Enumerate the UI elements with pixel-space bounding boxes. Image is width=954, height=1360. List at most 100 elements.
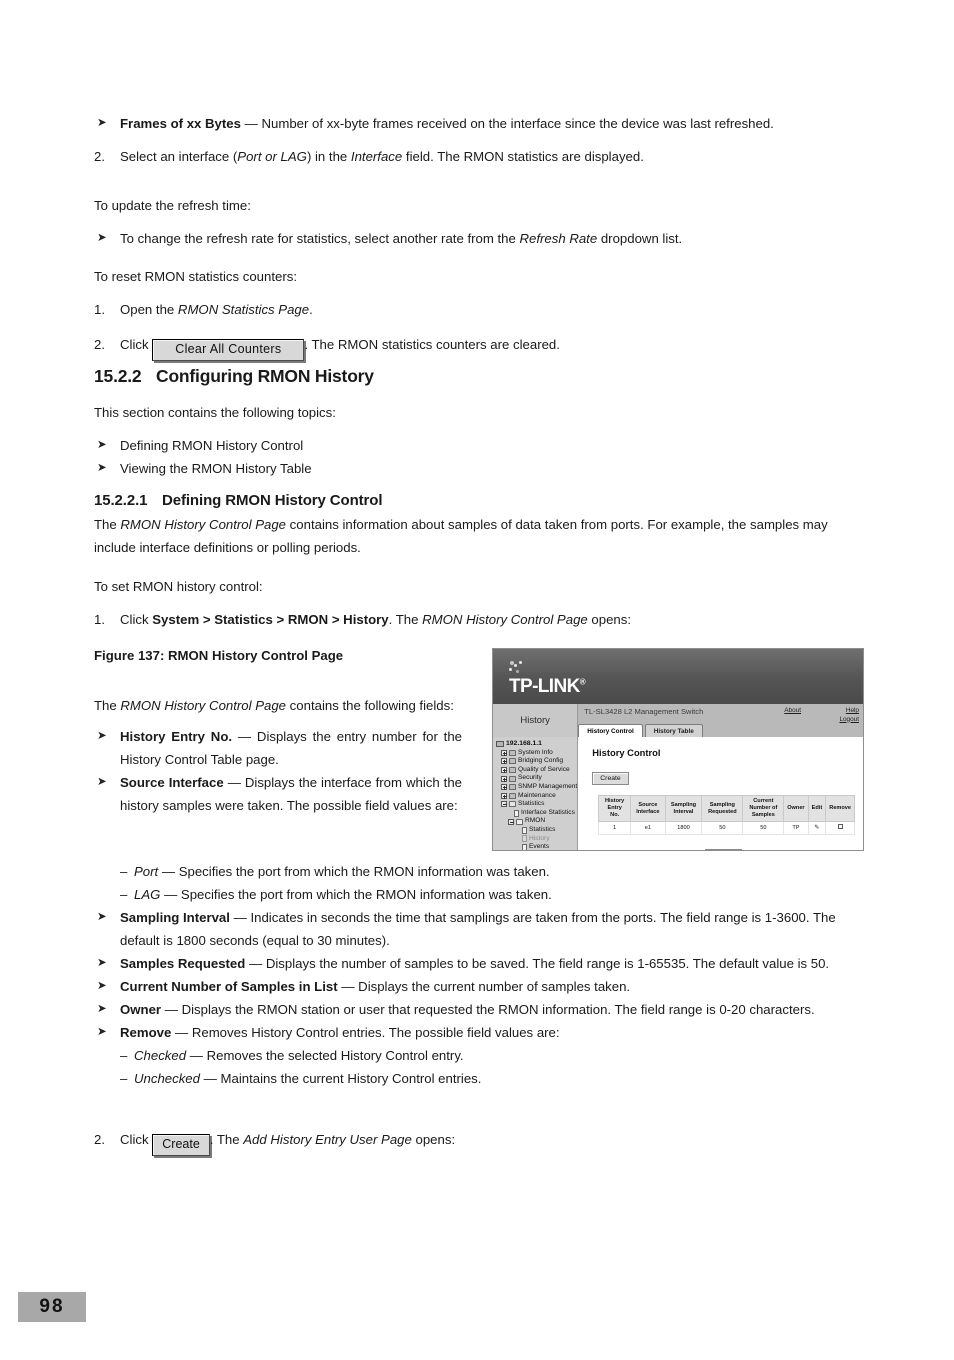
ui-body: History 192.168.1.1 System Info Bridging… bbox=[493, 704, 863, 851]
about-link[interactable]: About bbox=[784, 707, 801, 714]
fields-bottom-list: – Port — Specifies the port from which t… bbox=[94, 860, 864, 1090]
intro-post: contains the following fields: bbox=[286, 698, 454, 713]
italic-term: RMON History Control Page bbox=[422, 612, 588, 627]
cell-current-samples: 50 bbox=[742, 821, 785, 835]
cell-source-interface: e1 bbox=[630, 821, 666, 835]
italic-term: Port or LAG bbox=[237, 149, 307, 164]
col-owner: Owner bbox=[783, 795, 809, 822]
expander-minus-icon[interactable] bbox=[501, 801, 507, 808]
lead-in-text: To update the refresh time: bbox=[94, 198, 251, 213]
tree-item-bridging-config[interactable]: Bridging Config bbox=[496, 757, 577, 766]
final-step-block: 2. Click Create. The Add History Entry U… bbox=[94, 1128, 864, 1156]
em-dash: — bbox=[233, 910, 247, 925]
tree-item-statistics[interactable]: Statistics bbox=[496, 800, 577, 809]
expander-plus-icon[interactable] bbox=[501, 749, 507, 756]
cell-edit[interactable]: ✎ bbox=[807, 821, 827, 835]
tree-item-device[interactable]: 192.168.1.1 bbox=[496, 740, 577, 749]
tree-item-maintenance[interactable]: Maintenance bbox=[496, 792, 577, 801]
menu-path: System > Statistics > RMON > History bbox=[152, 612, 389, 627]
tree-item-label: Security bbox=[518, 774, 542, 782]
folder-icon bbox=[509, 784, 516, 791]
logout-link[interactable]: Logout bbox=[839, 716, 859, 725]
top-links-group[interactable]: Help Logout bbox=[839, 707, 859, 724]
dash-bullet-icon: – bbox=[120, 864, 128, 879]
expander-plus-icon[interactable] bbox=[501, 792, 507, 799]
field-item: ➤ Samples Requested — Displays the numbe… bbox=[94, 952, 864, 975]
history-control-table: History Entry No. Source Interface Sampl… bbox=[598, 795, 855, 835]
pc-icon bbox=[496, 741, 504, 748]
figure-caption: Figure 137: RMON History Control Page bbox=[94, 648, 344, 663]
field-item: ➤ Current Number of Samples in List — Di… bbox=[94, 975, 864, 998]
create-button[interactable]: Create bbox=[152, 1134, 210, 1156]
clear-all-counters-button[interactable]: Clear All Counters bbox=[152, 339, 305, 361]
tab-bar[interactable]: History Control History Table bbox=[578, 724, 705, 737]
sub-item-term: LAG bbox=[134, 887, 161, 902]
tree-item-rmon-events[interactable]: Events bbox=[496, 843, 577, 851]
tree-item-label: Events bbox=[529, 843, 550, 851]
col-current-samples: Current Number of Samples bbox=[742, 795, 785, 822]
tree-item-rmon-statistics[interactable]: Statistics bbox=[496, 826, 577, 835]
expander-plus-icon[interactable] bbox=[501, 758, 507, 765]
cell-sampling-interval: 1800 bbox=[664, 821, 703, 835]
expander-plus-icon[interactable] bbox=[501, 784, 507, 791]
step-text-post: field. The RMON statistics are displayed… bbox=[402, 149, 644, 164]
tree-item-rmon-history[interactable]: History bbox=[496, 835, 577, 844]
expander-plus-icon[interactable] bbox=[501, 775, 507, 782]
tree-item-label: System Info bbox=[518, 748, 553, 756]
navigation-tree[interactable]: 192.168.1.1 System Info Bridging Config … bbox=[493, 737, 577, 851]
tab-history-table[interactable]: History Table bbox=[644, 724, 703, 737]
lead-in-text: To reset RMON statistics counters: bbox=[94, 269, 297, 284]
arrow-bullet-icon: ➤ bbox=[97, 439, 107, 451]
pencil-icon[interactable]: ✎ bbox=[814, 825, 819, 831]
italic-term: RMON History Control Page bbox=[120, 517, 287, 532]
section-intro: This section contains the following topi… bbox=[94, 405, 336, 420]
col-history-entry-no: History Entry No. bbox=[598, 795, 632, 822]
em-dash: — bbox=[203, 1071, 217, 1086]
col-sampling-interval: Sampling Interval bbox=[664, 795, 703, 822]
tree-item-rmon[interactable]: RMON bbox=[496, 817, 577, 826]
arrow-bullet-icon: ➤ bbox=[97, 232, 107, 244]
tree-item-label: Maintenance bbox=[518, 791, 556, 799]
tab-history-control[interactable]: History Control bbox=[578, 724, 643, 737]
tree-item-label: RMON bbox=[525, 817, 546, 825]
create-button[interactable]: Create bbox=[592, 772, 629, 785]
top-content-block: ➤ Frames of xx Bytes — Number of xx-byte… bbox=[94, 112, 864, 168]
panel-title: History Control bbox=[592, 747, 661, 758]
arrow-bullet-icon: ➤ bbox=[97, 980, 107, 992]
table-row: 1 e1 1800 50 50 TP ✎ bbox=[598, 821, 855, 835]
refresh-time-block: To update the refresh time: ➤ To change … bbox=[94, 194, 864, 250]
field-item: ➤ Source Interface — Displays the interf… bbox=[94, 771, 462, 817]
expander-minus-icon[interactable] bbox=[508, 818, 514, 825]
sub-item-text: Specifies the port from which the RMON i… bbox=[175, 864, 550, 879]
tree-item-quality-of-service[interactable]: Quality of Service bbox=[496, 766, 577, 775]
cell-remove[interactable] bbox=[825, 821, 855, 835]
field-term: Remove bbox=[120, 1025, 172, 1040]
step-number: 2. bbox=[94, 149, 105, 164]
tree-item-security[interactable]: Security bbox=[496, 774, 577, 783]
tree-item-snmp-management[interactable]: SNMP Management bbox=[496, 783, 577, 792]
topic-label: Defining RMON History Control bbox=[120, 438, 304, 453]
arrow-bullet-icon: ➤ bbox=[97, 776, 107, 788]
numbered-step: 1. Open the RMON Statistics Page. bbox=[94, 298, 864, 321]
list-item: ➤ Defining RMON History Control bbox=[94, 434, 864, 457]
folder-icon bbox=[509, 775, 516, 782]
sub-item-text: Specifies the port from which the RMON i… bbox=[177, 887, 552, 902]
remove-checkbox[interactable] bbox=[837, 824, 843, 829]
list-item: ➤ To change the refresh rate for statist… bbox=[94, 227, 864, 250]
section-15-2-2: 15.2.2 Configuring RMON History This sect… bbox=[94, 366, 864, 480]
em-dash: — bbox=[341, 979, 355, 994]
step-text-pre: Open the bbox=[120, 302, 178, 317]
step-text-mid: . The bbox=[209, 1132, 244, 1147]
field-item: ➤ Owner — Displays the RMON station or u… bbox=[94, 998, 864, 1021]
ui-main-area: TL-SL3428 L2 Management Switch About Hel… bbox=[578, 704, 863, 850]
bullet-text-post: dropdown list. bbox=[597, 231, 683, 246]
submit-button[interactable]: Submit bbox=[705, 849, 743, 850]
tree-item-system-info[interactable]: System Info bbox=[496, 749, 577, 758]
folder-icon bbox=[509, 767, 516, 774]
step-text-post: opens: bbox=[411, 1132, 456, 1147]
tree-item-interface-statistics[interactable]: Interface Statistics bbox=[496, 809, 577, 818]
help-link[interactable]: Help bbox=[839, 707, 859, 716]
italic-term: RMON History Control Page bbox=[120, 698, 287, 713]
expander-plus-icon[interactable] bbox=[501, 767, 507, 774]
fields-left-column: The RMON History Control Page contains t… bbox=[94, 694, 462, 817]
